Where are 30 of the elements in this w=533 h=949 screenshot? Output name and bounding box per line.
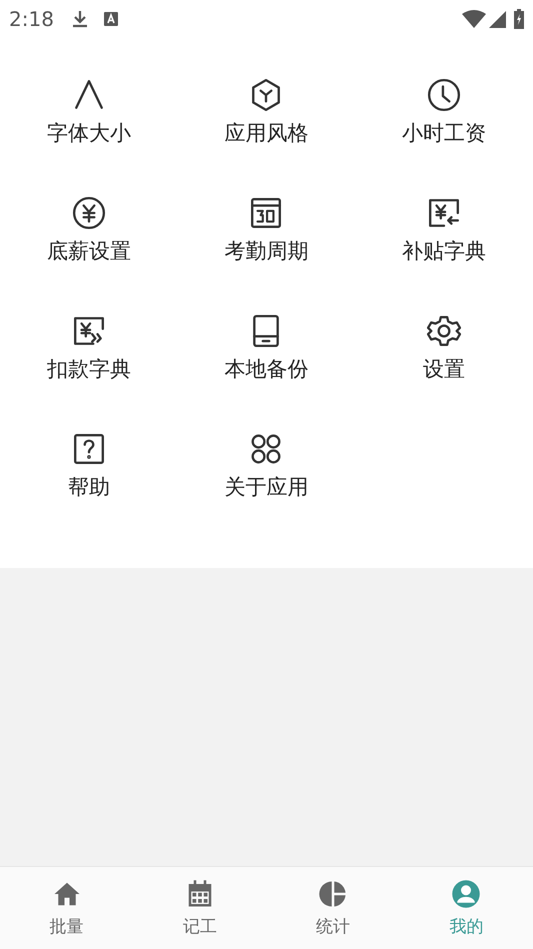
help-icon[interactable]	[72, 432, 106, 466]
yen-receipt-icon[interactable]	[427, 196, 462, 230]
menu-label[interactable]: 字体大小	[46, 118, 131, 150]
nav-tab[interactable]: 统计	[266, 867, 400, 949]
four-circles-icon[interactable]	[249, 432, 284, 466]
download-icon	[72, 10, 88, 28]
battery-icon	[514, 9, 524, 29]
yen-receipt-icon[interactable]	[72, 314, 106, 348]
menu-label[interactable]: 考勤周期	[224, 236, 308, 268]
nav-tab[interactable]: 记工	[133, 867, 266, 949]
pie-chart-icon	[318, 879, 348, 909]
font-app-icon	[104, 12, 118, 26]
menu-label[interactable]: 小时工资	[402, 118, 486, 150]
menu-label[interactable]: 应用风格	[224, 118, 308, 150]
status-time: 2:18	[9, 6, 54, 33]
settings-icon[interactable]	[427, 314, 462, 348]
signal-icon	[489, 10, 506, 28]
menu-label[interactable]: 扣款字典	[46, 354, 131, 386]
menu-label[interactable]: 底薪设置	[46, 236, 131, 268]
wifi-icon	[462, 10, 486, 28]
yen-coin-icon[interactable]	[72, 196, 106, 230]
menu-label[interactable]: 本地备份	[224, 354, 308, 386]
menu-label[interactable]: 补贴字典	[402, 236, 486, 268]
menu-label[interactable]: 设置	[423, 354, 466, 386]
menu-label[interactable]: 帮助	[68, 472, 110, 504]
user-icon	[451, 879, 482, 909]
clock-icon[interactable]	[427, 78, 462, 112]
nav-tab[interactable]: 批量	[0, 867, 134, 949]
menu-label[interactable]: 关于应用	[224, 472, 308, 504]
calendar-icon[interactable]	[249, 196, 284, 230]
